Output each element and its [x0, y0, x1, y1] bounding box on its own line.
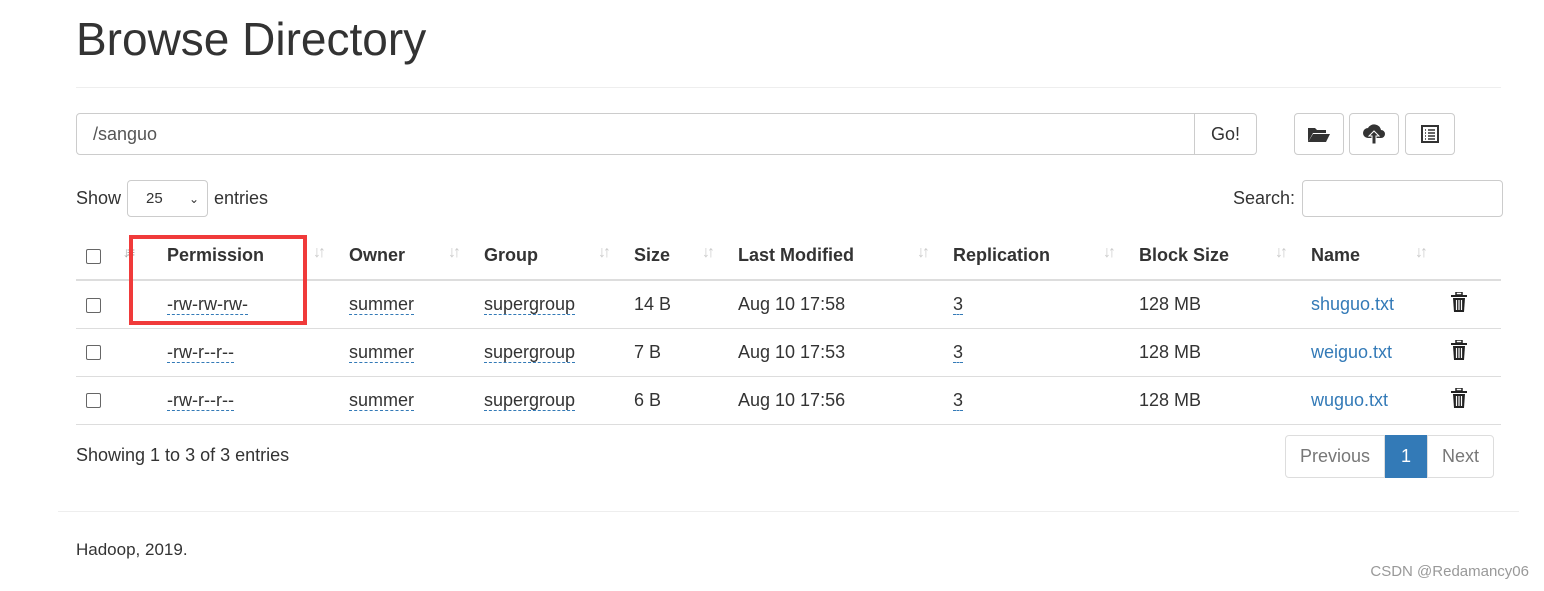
list-icon: [1421, 125, 1439, 143]
column-block-size[interactable]: Block Size ↓↑: [1125, 232, 1297, 281]
row-checkbox[interactable]: [86, 297, 101, 313]
permission[interactable]: -rw-r--r--: [167, 389, 234, 411]
sort-icon: ↓↑: [1103, 244, 1116, 261]
go-button[interactable]: Go!: [1195, 113, 1257, 155]
highlight-box: [129, 235, 307, 325]
sort-icon: ↓↑: [702, 244, 715, 261]
upload-button[interactable]: [1349, 113, 1399, 155]
group[interactable]: supergroup: [484, 341, 576, 363]
replication[interactable]: 3: [953, 341, 964, 363]
next-button[interactable]: Next: [1427, 435, 1495, 478]
size: 7 B: [620, 328, 724, 377]
size: 14 B: [620, 280, 724, 329]
page-1-button[interactable]: 1: [1385, 435, 1428, 478]
column-label: Name: [1311, 245, 1361, 265]
pagination: Previous 1 Next: [1285, 435, 1495, 478]
divider: [58, 511, 1519, 512]
column-label: Replication: [953, 245, 1051, 265]
column-actions: [1437, 232, 1501, 281]
last-modified: Aug 10 17:53: [724, 328, 939, 377]
divider: [76, 87, 1501, 88]
select-all-checkbox[interactable]: [86, 248, 101, 264]
replication[interactable]: 3: [953, 389, 964, 411]
path-input[interactable]: [76, 113, 1195, 155]
cloud-upload-icon: [1363, 124, 1385, 145]
show-label: Show: [76, 188, 122, 208]
trash-icon[interactable]: [1451, 291, 1467, 312]
size: 6 B: [620, 376, 724, 425]
folder-open-icon: [1308, 128, 1330, 142]
file-name-link[interactable]: shuguo.txt: [1311, 294, 1394, 314]
sort-icon: ↓↑: [1275, 244, 1288, 261]
trash-icon[interactable]: [1451, 386, 1467, 408]
page-length: Show 25 ⌄ entries: [76, 180, 268, 217]
column-group[interactable]: Group ↓↑: [470, 232, 620, 281]
page-length-value: 25: [146, 190, 163, 207]
last-modified: Aug 10 17:56: [724, 376, 939, 425]
permission[interactable]: -rw-r--r--: [167, 341, 234, 363]
column-size[interactable]: Size ↓↑: [620, 232, 724, 281]
row-checkbox[interactable]: [86, 345, 101, 361]
column-replication[interactable]: Replication ↓↑: [939, 232, 1125, 281]
last-modified: Aug 10 17:58: [724, 280, 939, 329]
group[interactable]: supergroup: [484, 293, 576, 315]
column-label: Group: [484, 245, 538, 265]
block-size: 128 MB: [1125, 328, 1297, 377]
table-row: -rw-r--r-- summer supergroup 7 B Aug 10 …: [76, 328, 1501, 377]
file-name-link[interactable]: wuguo.txt: [1311, 390, 1388, 410]
sort-icon: ↓↑: [448, 244, 461, 261]
cut-paste-button[interactable]: [1405, 113, 1455, 155]
page-title: Browse Directory: [76, 13, 427, 65]
sort-icon: ↓↑: [598, 244, 611, 261]
page-length-select[interactable]: 25 ⌄: [127, 180, 209, 217]
table-row: -rw-r--r-- summer supergroup 6 B Aug 10 …: [76, 376, 1501, 425]
owner[interactable]: summer: [349, 389, 415, 411]
path-bar: Go!: [76, 113, 1257, 155]
group[interactable]: supergroup: [484, 389, 576, 411]
previous-button[interactable]: Previous: [1285, 435, 1386, 478]
entries-label: entries: [214, 188, 269, 208]
search-input[interactable]: [1302, 180, 1504, 217]
row-checkbox[interactable]: [86, 393, 101, 409]
block-size: 128 MB: [1125, 280, 1297, 329]
watermark: CSDN @Redamancy06: [1370, 563, 1529, 580]
column-label: Size: [634, 245, 671, 265]
chevron-down-icon: ⌄: [188, 191, 200, 206]
sort-icon: ↓↑: [1415, 244, 1428, 261]
search-label: Search:: [1233, 188, 1296, 208]
column-owner[interactable]: Owner ↓↑: [335, 232, 470, 281]
owner[interactable]: summer: [349, 341, 415, 363]
replication[interactable]: 3: [953, 293, 964, 315]
footer: Hadoop, 2019.: [76, 540, 188, 559]
column-name[interactable]: Name ↓↑: [1297, 232, 1437, 281]
block-size: 128 MB: [1125, 376, 1297, 425]
file-name-link[interactable]: weiguo.txt: [1311, 342, 1392, 362]
column-last-modified[interactable]: Last Modified ↓↑: [724, 232, 939, 281]
column-label: Block Size: [1139, 245, 1230, 265]
sort-icon: ↓↑: [313, 244, 326, 261]
create-directory-button[interactable]: [1294, 113, 1344, 155]
trash-icon[interactable]: [1451, 338, 1467, 360]
search: Search:: [1233, 180, 1504, 217]
column-label: Owner: [349, 245, 406, 265]
column-label: Last Modified: [738, 245, 854, 265]
sort-icon: ↓↑: [917, 244, 930, 261]
owner[interactable]: summer: [349, 293, 415, 315]
table-info: Showing 1 to 3 of 3 entries: [76, 445, 290, 465]
